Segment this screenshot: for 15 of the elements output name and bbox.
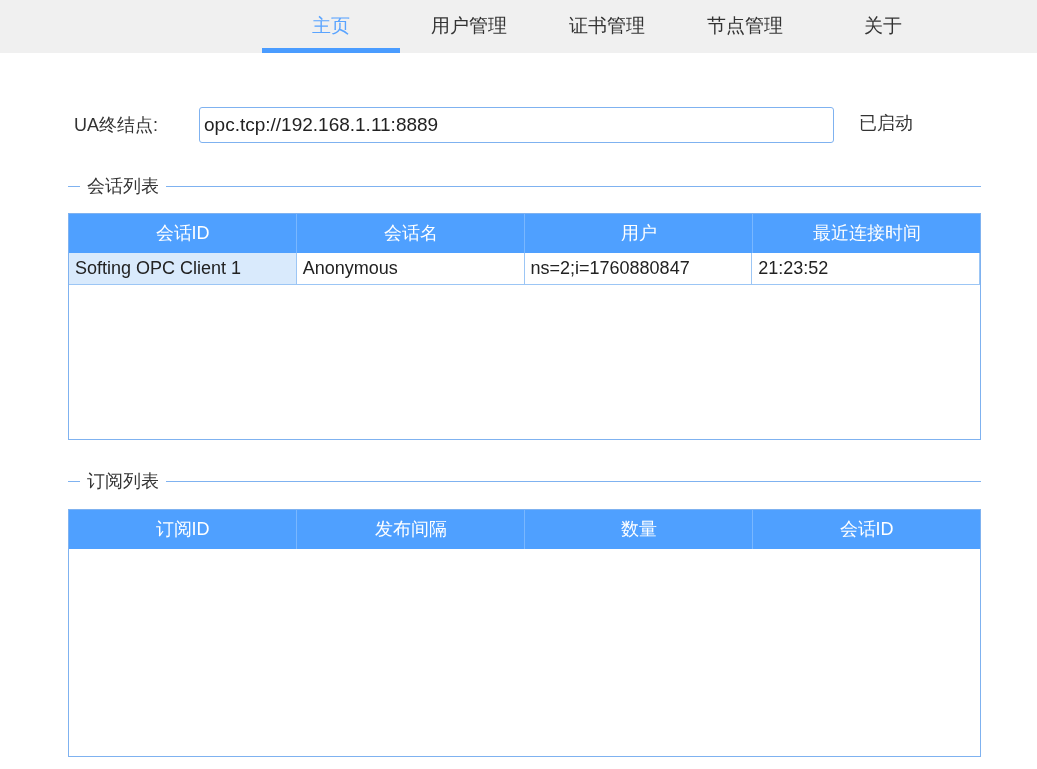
tab[interactable]: 节点管理 [676, 0, 814, 53]
column-header: 发布间隔 [297, 510, 525, 549]
table-cell[interactable]: Softing OPC Client 1 [69, 253, 297, 284]
group-title: 会话列表 [86, 174, 160, 198]
column-header: 最近连接时间 [811, 222, 922, 245]
tab[interactable]: 用户管理 [400, 0, 538, 53]
tab[interactable]: 证书管理 [538, 0, 676, 53]
endpoint-label: UA终结点: [74, 113, 159, 137]
status-text: 已启动 [859, 111, 913, 135]
endpoint-field[interactable]: opc.tcp://192.168.1.11:8889 [199, 107, 834, 143]
tab[interactable]: 关于 [814, 0, 952, 53]
column-header: 订阅ID [69, 510, 297, 549]
column-header: 会话ID [838, 518, 895, 541]
column-header: 数量 [525, 510, 753, 549]
group-title: 订阅列表 [86, 469, 160, 493]
